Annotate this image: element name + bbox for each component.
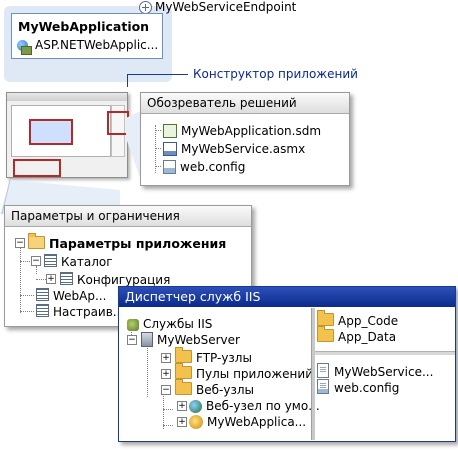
folder-item[interactable]: App_Code bbox=[317, 310, 398, 329]
iis-site[interactable]: Веб-узел по умо... bbox=[189, 398, 320, 414]
folder-icon bbox=[317, 310, 334, 326]
solution-explorer-title: Обозреватель решений bbox=[141, 93, 349, 114]
right-pane-divider bbox=[315, 351, 455, 355]
expand-toggle[interactable]: + bbox=[161, 369, 171, 379]
settings-title: Параметры и ограничения bbox=[5, 206, 251, 227]
settings-item[interactable]: WebAp... bbox=[36, 288, 106, 304]
expand-toggle[interactable]: + bbox=[46, 274, 56, 284]
file-item[interactable]: MyWebService... bbox=[317, 363, 433, 380]
solution-item[interactable]: web.config bbox=[163, 159, 245, 175]
iis-tree-pane: Службы IIS − MyWebServer + FTP-узлы + Пу… bbox=[121, 309, 320, 437]
asmx-file-icon bbox=[163, 142, 177, 156]
expand-toggle[interactable]: + bbox=[177, 417, 187, 427]
iis-node[interactable]: Веб-узлы bbox=[175, 379, 254, 398]
iis-node[interactable]: FTP-узлы bbox=[175, 347, 252, 366]
config-file-icon bbox=[317, 379, 329, 394]
solution-item[interactable]: MyWebApplication.sdm bbox=[163, 123, 321, 139]
iis-services-icon bbox=[127, 319, 139, 331]
pane-splitter[interactable] bbox=[311, 308, 315, 440]
expand-toggle[interactable]: + bbox=[177, 401, 187, 411]
globe-icon bbox=[189, 400, 202, 413]
custom-icon bbox=[36, 304, 49, 317]
iis-site[interactable]: MyWebApplica... bbox=[189, 414, 306, 430]
folder-icon bbox=[175, 347, 192, 363]
web-app-icon bbox=[189, 415, 203, 429]
folder-open-icon bbox=[28, 233, 45, 249]
config-file-icon bbox=[163, 160, 176, 174]
sdm-file-icon bbox=[163, 124, 177, 138]
iis-server[interactable]: MyWebServer bbox=[141, 332, 240, 348]
solution-explorer-window: Обозреватель решений MyWebApplication.sd… bbox=[140, 92, 350, 186]
webapp-icon bbox=[36, 288, 49, 301]
expand-toggle[interactable]: + bbox=[161, 353, 171, 363]
document-icon bbox=[317, 363, 329, 378]
configuration-icon bbox=[60, 272, 73, 285]
iis-manager-window: Диспетчер служб IIS Службы IIS − MyWebSe… bbox=[118, 286, 456, 442]
settings-item[interactable]: Настраив... bbox=[36, 304, 124, 320]
iis-title: Диспетчер служб IIS bbox=[119, 287, 455, 307]
folder-icon bbox=[317, 326, 334, 342]
folder-icon bbox=[175, 379, 192, 395]
collapse-toggle[interactable]: − bbox=[31, 256, 41, 266]
iis-folder-pane: App_Code App_Data bbox=[317, 309, 451, 349]
solution-item[interactable]: MyWebService.asmx bbox=[163, 141, 305, 157]
catalog-icon bbox=[44, 254, 57, 267]
iis-root[interactable]: Службы IIS bbox=[127, 316, 212, 332]
folder-item[interactable]: App_Data bbox=[317, 326, 396, 345]
iis-node[interactable]: Пулы приложений bbox=[175, 363, 313, 382]
folder-icon bbox=[175, 363, 192, 379]
server-icon bbox=[141, 332, 153, 347]
collapse-toggle[interactable]: − bbox=[15, 238, 25, 248]
file-item[interactable]: web.config bbox=[317, 379, 399, 396]
settings-root[interactable]: Параметры приложения bbox=[28, 233, 226, 252]
settings-item[interactable]: Каталог bbox=[44, 254, 113, 270]
collapse-toggle[interactable]: − bbox=[161, 385, 171, 395]
collapse-toggle[interactable]: − bbox=[127, 335, 137, 345]
iis-file-pane: MyWebService... web.config bbox=[317, 359, 451, 419]
